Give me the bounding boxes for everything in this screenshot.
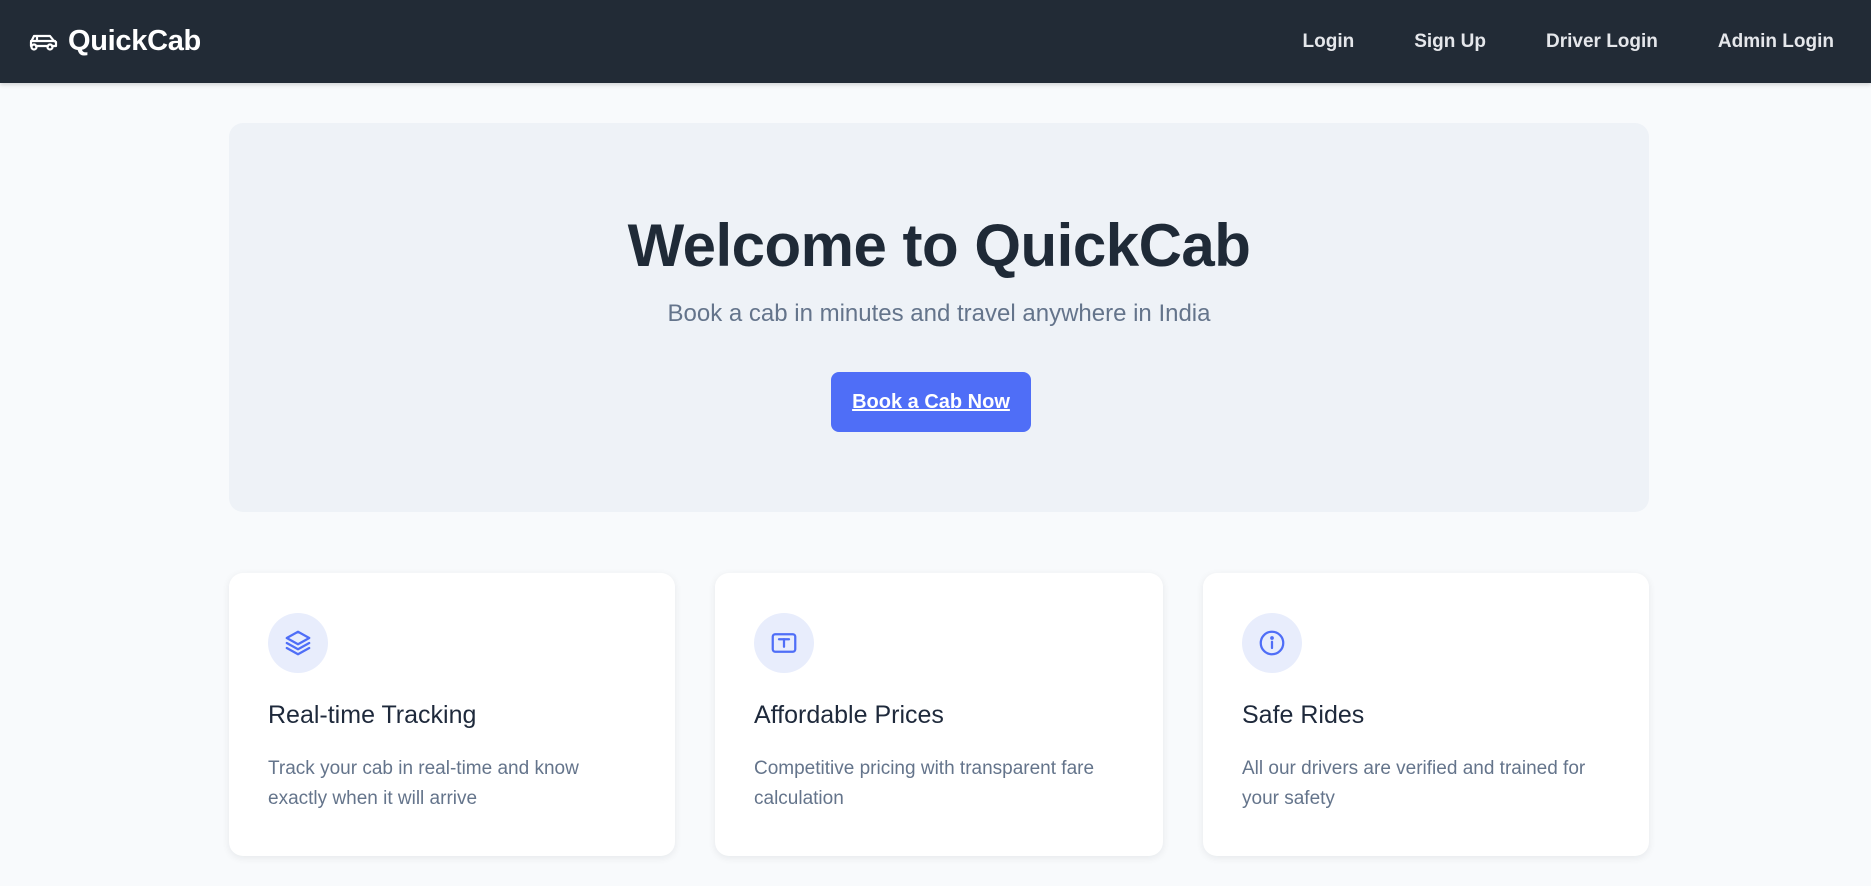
feature-description: Track your cab in real-time and know exa… <box>268 758 579 809</box>
hero-subtitle: Book a cab in minutes and travel anywher… <box>667 300 1211 327</box>
hero-section: Welcome to QuickCab Book a cab in minute… <box>229 123 1649 512</box>
layers-icon <box>268 613 328 673</box>
nav-driver-login-link[interactable]: Driver Login <box>1546 31 1658 53</box>
feature-title: Real-time Tracking <box>268 701 477 729</box>
nav-admin-login-link[interactable]: Admin Login <box>1718 31 1834 53</box>
brand-logo-link[interactable]: QuickCab <box>28 25 201 58</box>
features-section: Real-time Tracking Track your cab in rea… <box>229 573 1649 856</box>
feature-title: Affordable Prices <box>754 701 944 729</box>
nav-links: Login Sign Up Driver Login Admin Login <box>1303 31 1834 53</box>
nav-login-link[interactable]: Login <box>1303 31 1355 53</box>
book-cab-button[interactable]: Book a Cab Now <box>831 372 1031 432</box>
nav-signup-link[interactable]: Sign Up <box>1414 31 1486 53</box>
feature-card-prices: Affordable Prices Competitive pricing wi… <box>715 573 1163 856</box>
feature-description: Competitive pricing with transparent far… <box>754 758 1095 809</box>
info-icon <box>1242 613 1302 673</box>
feature-card-safety: Safe Rides All our drivers are verified … <box>1203 573 1649 856</box>
hero-title: Welcome to QuickCab <box>627 212 1251 279</box>
top-navbar: QuickCab Login Sign Up Driver Login Admi… <box>0 0 1871 83</box>
feature-card-tracking: Real-time Tracking Track your cab in rea… <box>229 573 675 856</box>
car-icon <box>28 31 58 53</box>
receipt-icon <box>754 613 814 673</box>
feature-title: Safe Rides <box>1242 701 1365 729</box>
brand-name: QuickCab <box>68 25 201 57</box>
feature-description: All our drivers are verified and trained… <box>1242 758 1586 809</box>
